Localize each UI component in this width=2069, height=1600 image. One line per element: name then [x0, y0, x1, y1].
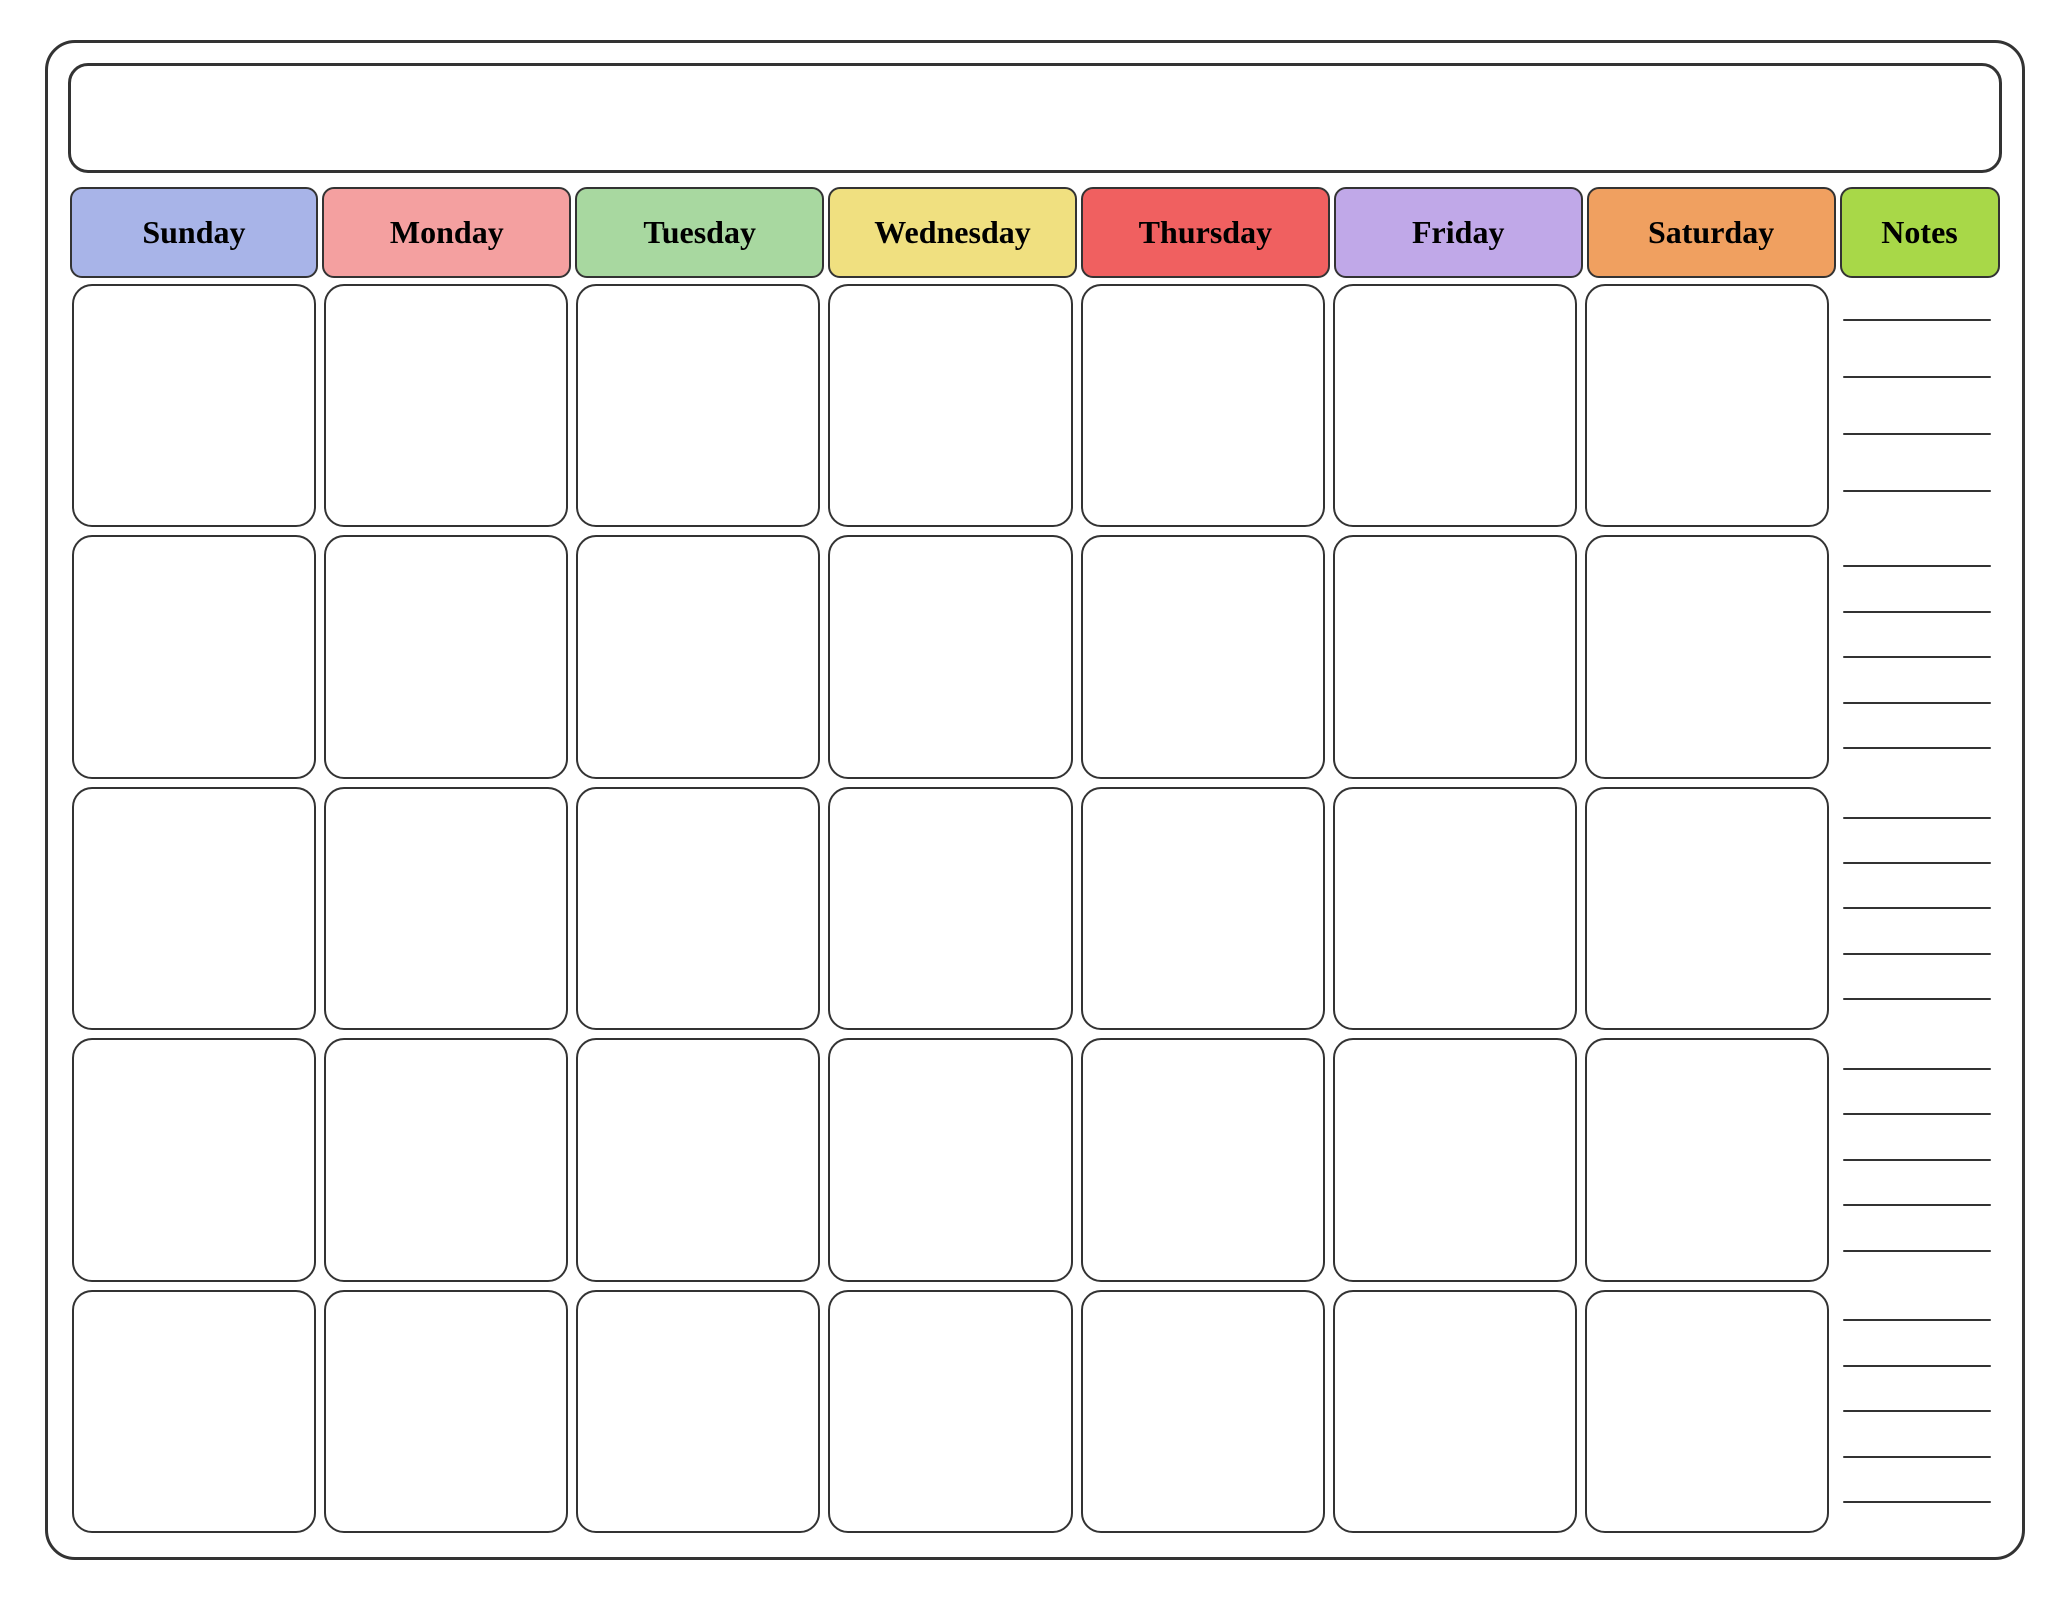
- cell-r5-tue[interactable]: [576, 1290, 820, 1533]
- note-line: [1843, 998, 1991, 1000]
- cell-r4-sat[interactable]: [1585, 1038, 1829, 1281]
- header-notes: Notes: [1840, 187, 2000, 278]
- cell-r2-sat[interactable]: [1585, 535, 1829, 778]
- cell-r1-tue[interactable]: [576, 284, 820, 527]
- week-row-1: [68, 280, 2002, 531]
- notes-r1: [1837, 284, 1997, 527]
- calendar-grid: Sunday Monday Tuesday Wednesday Thursday…: [68, 185, 2002, 1537]
- header-thursday: Thursday: [1081, 187, 1330, 278]
- note-line: [1843, 702, 1991, 704]
- note-line: [1843, 747, 1991, 749]
- header-wednesday: Wednesday: [828, 187, 1077, 278]
- cell-r4-thu[interactable]: [1081, 1038, 1325, 1281]
- cell-r1-wed[interactable]: [828, 284, 1072, 527]
- cell-r3-sat[interactable]: [1585, 787, 1829, 1030]
- note-line: [1843, 565, 1991, 567]
- cell-r3-tue[interactable]: [576, 787, 820, 1030]
- note-line: [1843, 1456, 1991, 1458]
- week-row-5: [68, 1286, 2002, 1537]
- title-bar[interactable]: [68, 63, 2002, 173]
- cell-r3-fri[interactable]: [1333, 787, 1577, 1030]
- note-line: [1843, 1204, 1991, 1206]
- header-monday: Monday: [322, 187, 571, 278]
- note-line: [1843, 1159, 1991, 1161]
- header-row: Sunday Monday Tuesday Wednesday Thursday…: [68, 185, 2002, 280]
- note-line: [1843, 319, 1991, 321]
- cell-r2-tue[interactable]: [576, 535, 820, 778]
- note-line: [1843, 611, 1991, 613]
- notes-r4: [1837, 1038, 1997, 1281]
- header-tuesday: Tuesday: [575, 187, 824, 278]
- notes-r3: [1837, 787, 1997, 1030]
- note-line: [1843, 953, 1991, 955]
- week-row-4: [68, 1034, 2002, 1285]
- notes-r2: [1837, 535, 1997, 778]
- cell-r2-wed[interactable]: [828, 535, 1072, 778]
- cell-r4-fri[interactable]: [1333, 1038, 1577, 1281]
- header-friday: Friday: [1334, 187, 1583, 278]
- note-line: [1843, 1501, 1991, 1503]
- cell-r4-sun[interactable]: [72, 1038, 316, 1281]
- cell-r2-fri[interactable]: [1333, 535, 1577, 778]
- notes-r5: [1837, 1290, 1997, 1533]
- cell-r5-fri[interactable]: [1333, 1290, 1577, 1533]
- note-line: [1843, 1365, 1991, 1367]
- cell-r3-wed[interactable]: [828, 787, 1072, 1030]
- cell-r3-mon[interactable]: [324, 787, 568, 1030]
- note-line: [1843, 1113, 1991, 1115]
- cell-r3-sun[interactable]: [72, 787, 316, 1030]
- note-line: [1843, 1319, 1991, 1321]
- cell-r5-sun[interactable]: [72, 1290, 316, 1533]
- header-saturday: Saturday: [1587, 187, 1836, 278]
- cell-r1-fri[interactable]: [1333, 284, 1577, 527]
- note-line: [1843, 656, 1991, 658]
- cell-r2-sun[interactable]: [72, 535, 316, 778]
- header-sunday: Sunday: [70, 187, 319, 278]
- cell-r1-mon[interactable]: [324, 284, 568, 527]
- note-line: [1843, 490, 1991, 492]
- cell-r2-thu[interactable]: [1081, 535, 1325, 778]
- note-line: [1843, 376, 1991, 378]
- cell-r1-sun[interactable]: [72, 284, 316, 527]
- calendar-wrapper: Sunday Monday Tuesday Wednesday Thursday…: [45, 40, 2025, 1560]
- calendar-body: [68, 280, 2002, 1537]
- cell-r5-sat[interactable]: [1585, 1290, 1829, 1533]
- note-line: [1843, 433, 1991, 435]
- cell-r4-tue[interactable]: [576, 1038, 820, 1281]
- cell-r2-mon[interactable]: [324, 535, 568, 778]
- cell-r1-thu[interactable]: [1081, 284, 1325, 527]
- cell-r5-mon[interactable]: [324, 1290, 568, 1533]
- note-line: [1843, 907, 1991, 909]
- cell-r4-wed[interactable]: [828, 1038, 1072, 1281]
- note-line: [1843, 1068, 1991, 1070]
- cell-r5-thu[interactable]: [1081, 1290, 1325, 1533]
- note-line: [1843, 1250, 1991, 1252]
- note-line: [1843, 862, 1991, 864]
- note-line: [1843, 817, 1991, 819]
- week-row-2: [68, 531, 2002, 782]
- cell-r5-wed[interactable]: [828, 1290, 1072, 1533]
- note-line: [1843, 1410, 1991, 1412]
- cell-r4-mon[interactable]: [324, 1038, 568, 1281]
- cell-r3-thu[interactable]: [1081, 787, 1325, 1030]
- week-row-3: [68, 783, 2002, 1034]
- cell-r1-sat[interactable]: [1585, 284, 1829, 527]
